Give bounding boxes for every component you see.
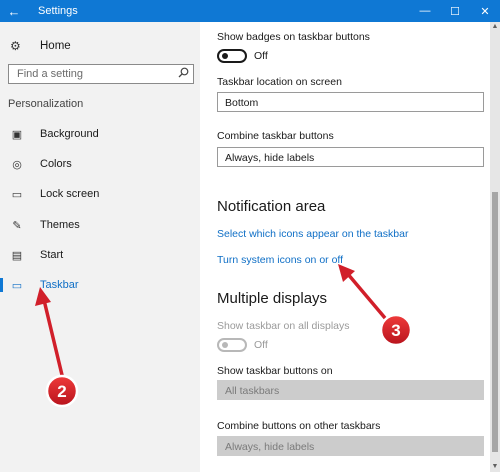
notification-area-heading: Notification area [217, 198, 326, 215]
sidebar-item-themes[interactable]: ✎ Themes [0, 213, 200, 237]
scroll-up-arrow-icon[interactable]: ▲ [490, 22, 500, 32]
badges-label: Show badges on taskbar buttons [217, 31, 370, 43]
brush-icon: ✎ [12, 219, 22, 232]
image-icon: ▣ [11, 128, 23, 141]
sidebar-item-colors[interactable]: ◎ Colors [0, 152, 200, 176]
combine-dropdown[interactable]: Always, hide labels [217, 147, 484, 167]
buttons-on-dropdown[interactable]: All taskbars [217, 380, 484, 400]
start-icon: ▤ [11, 249, 23, 262]
back-arrow-icon[interactable]: ← [0, 0, 28, 22]
search-icon[interactable] [178, 67, 189, 81]
close-button[interactable]: ✕ [470, 0, 500, 22]
sidebar: ⚙ Home Find a setting Personalization ▣ … [0, 22, 200, 472]
badges-toggle-state: Off [254, 50, 268, 62]
show-all-displays-state: Off [254, 339, 268, 351]
scrollbar[interactable]: ▲ ▼ [490, 22, 500, 472]
title-bar: ← Settings — ☐ ✕ [0, 0, 500, 22]
select-icons-link[interactable]: Select which icons appear on the taskbar [217, 228, 408, 240]
buttons-on-label: Show taskbar buttons on [217, 365, 333, 377]
home-label: Home [40, 40, 71, 52]
sidebar-item-taskbar[interactable]: ▭ Taskbar [0, 273, 200, 297]
combine-value: Always, hide labels [225, 152, 315, 164]
location-dropdown[interactable]: Bottom [217, 92, 484, 112]
lock-screen-icon: ▭ [11, 188, 23, 201]
buttons-on-value: All taskbars [225, 385, 280, 397]
combine-other-label: Combine buttons on other taskbars [217, 420, 381, 432]
sidebar-item-label: Colors [40, 158, 72, 170]
location-value: Bottom [225, 97, 259, 109]
show-all-displays-label: Show taskbar on all displays [217, 320, 350, 332]
palette-icon: ◎ [12, 158, 22, 171]
taskbar-icon: ▭ [11, 279, 23, 292]
combine-label: Combine taskbar buttons [217, 130, 334, 142]
minimize-button[interactable]: — [410, 0, 440, 22]
sidebar-item-label: Background [40, 128, 99, 140]
badges-toggle[interactable] [217, 49, 247, 63]
sidebar-item-label: Themes [40, 219, 80, 231]
sidebar-item-lock-screen[interactable]: ▭ Lock screen [0, 182, 200, 206]
combine-other-dropdown[interactable]: Always, hide labels [217, 436, 484, 456]
scroll-down-arrow-icon[interactable]: ▼ [490, 462, 500, 472]
scrollbar-thumb[interactable] [492, 192, 498, 452]
taskbar-settings-panel: Show badges on taskbar buttons Off Taskb… [200, 22, 490, 472]
toggle-knob [222, 342, 228, 348]
show-all-displays-toggle[interactable] [217, 338, 247, 352]
multiple-displays-heading: Multiple displays [217, 290, 328, 307]
sidebar-item-label: Start [40, 249, 64, 261]
home-nav-item[interactable]: ⚙ Home [10, 38, 71, 54]
window-title: Settings [38, 5, 78, 17]
sidebar-item-start[interactable]: ▤ Start [0, 243, 200, 267]
combine-other-value: Always, hide labels [225, 441, 315, 453]
toggle-knob [222, 53, 228, 59]
location-label: Taskbar location on screen [217, 76, 342, 88]
maximize-button[interactable]: ☐ [440, 0, 470, 22]
search-input[interactable]: Find a setting [8, 64, 194, 84]
gear-icon: ⚙ [10, 39, 21, 53]
search-placeholder: Find a setting [17, 68, 84, 80]
sidebar-item-label: Lock screen [40, 188, 100, 200]
sidebar-item-label: Taskbar [40, 279, 79, 291]
system-icons-link[interactable]: Turn system icons on or off [217, 254, 343, 266]
section-label-personalization: Personalization [8, 98, 84, 110]
sidebar-item-background[interactable]: ▣ Background [0, 122, 200, 146]
active-indicator [0, 278, 3, 292]
